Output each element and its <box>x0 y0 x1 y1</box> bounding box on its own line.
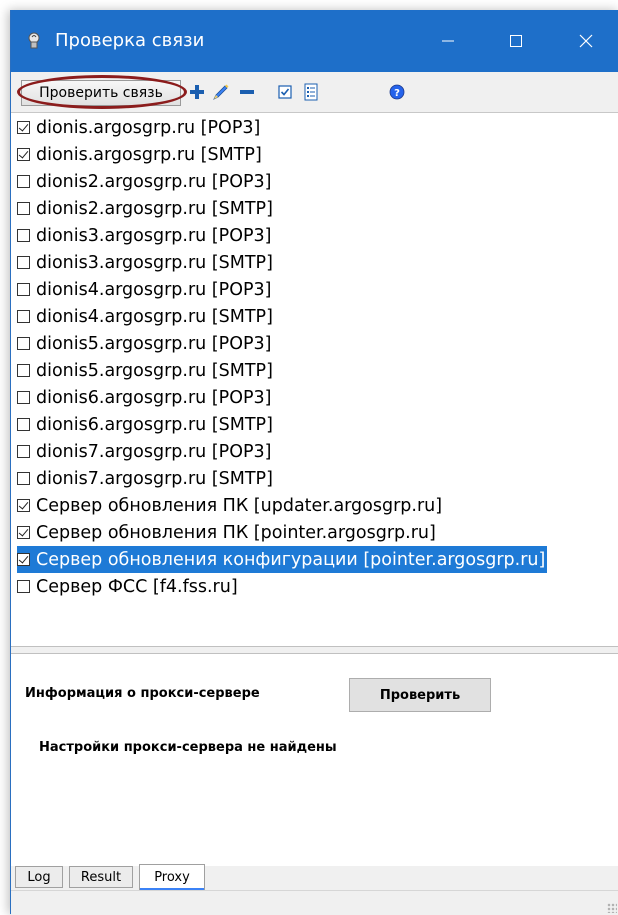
splitter[interactable] <box>11 646 618 654</box>
server-checkbox[interactable] <box>17 121 30 134</box>
tab-result[interactable]: Result <box>69 866 133 888</box>
add-icon[interactable] <box>187 82 207 102</box>
minimize-icon <box>442 40 454 42</box>
server-list-item[interactable]: dionis7.argosgrp.ru [SMTP] <box>17 465 273 492</box>
server-label: dionis3.argosgrp.ru [POP3] <box>36 225 272 246</box>
server-label: dionis5.argosgrp.ru [POP3] <box>36 333 272 354</box>
svg-text:?: ? <box>394 88 400 99</box>
server-list-item[interactable]: dionis3.argosgrp.ru [POP3] <box>17 222 271 249</box>
server-checkbox[interactable] <box>17 337 30 350</box>
toolbar: Проверить связь ? <box>11 72 618 112</box>
server-list-item[interactable]: dionis6.argosgrp.ru [SMTP] <box>17 411 273 438</box>
connection-check-window: Проверка связи Проверить связь ? dionis.… <box>10 10 618 915</box>
proxy-info-label: Информация о прокси-сервере <box>25 686 260 701</box>
server-label: dionis7.argosgrp.ru [SMTP] <box>36 468 273 489</box>
window-title: Проверка связи <box>55 30 205 51</box>
server-checkbox[interactable] <box>17 175 30 188</box>
tab-bar: Log Result Proxy <box>11 864 618 890</box>
server-list-item[interactable]: dionis.argosgrp.ru [SMTP] <box>17 141 262 168</box>
server-label: dionis4.argosgrp.ru [SMTP] <box>36 306 273 327</box>
server-label: dionis2.argosgrp.ru [POP3] <box>36 171 272 192</box>
server-checkbox[interactable] <box>17 472 30 485</box>
server-checkbox[interactable] <box>17 553 30 566</box>
server-label: dionis4.argosgrp.ru [POP3] <box>36 279 272 300</box>
server-checkbox[interactable] <box>17 256 30 269</box>
server-checkbox[interactable] <box>17 148 30 161</box>
title-bar[interactable]: Проверка связи <box>11 10 618 72</box>
server-list[interactable]: dionis.argosgrp.ru [POP3] dionis.argosgrp… <box>11 112 618 647</box>
server-list-item[interactable]: dionis4.argosgrp.ru [SMTP] <box>17 303 273 330</box>
server-list-item[interactable]: Сервер обновления ПК [pointer.argosgrp.r… <box>17 519 436 546</box>
status-bar <box>11 890 618 915</box>
server-checkbox[interactable] <box>17 310 30 323</box>
server-checkbox[interactable] <box>17 202 30 215</box>
server-checkbox[interactable] <box>17 526 30 539</box>
remove-icon[interactable] <box>237 82 257 102</box>
server-list-item[interactable]: Сервер ФСС [f4.fss.ru] <box>17 573 238 600</box>
server-list-item[interactable]: dionis6.argosgrp.ru [POP3] <box>17 384 271 411</box>
maximize-icon <box>510 35 522 47</box>
server-label: dionis.argosgrp.ru [SMTP] <box>36 144 262 165</box>
app-icon <box>28 32 40 49</box>
server-checkbox[interactable] <box>17 499 30 512</box>
server-checkbox[interactable] <box>17 580 30 593</box>
check-connection-button[interactable]: Проверить связь <box>21 80 181 106</box>
minimize-button[interactable] <box>425 10 471 72</box>
server-label: Сервер ФСС [f4.fss.ru] <box>36 576 238 597</box>
server-label: dionis2.argosgrp.ru [SMTP] <box>36 198 273 219</box>
server-list-item[interactable]: Сервер обновления ПК [updater.argosgrp.r… <box>17 492 442 519</box>
server-label: dionis6.argosgrp.ru [POP3] <box>36 387 272 408</box>
check-all-icon[interactable] <box>275 82 295 102</box>
server-label: dionis3.argosgrp.ru [SMTP] <box>36 252 273 273</box>
server-checkbox[interactable] <box>17 391 30 404</box>
server-list-item[interactable]: dionis5.argosgrp.ru [POP3] <box>17 330 271 357</box>
server-checkbox[interactable] <box>17 445 30 458</box>
server-list-item[interactable]: dionis.argosgrp.ru [POP3] <box>17 114 260 141</box>
close-button[interactable] <box>563 10 609 72</box>
server-list-item[interactable]: dionis4.argosgrp.ru [POP3] <box>17 276 271 303</box>
maximize-button[interactable] <box>493 10 539 72</box>
server-label: dionis5.argosgrp.ru [SMTP] <box>36 360 273 381</box>
proxy-panel: Информация о прокси-сервере Проверить На… <box>11 654 618 866</box>
server-list-item[interactable]: dionis5.argosgrp.ru [SMTP] <box>17 357 273 384</box>
edit-icon[interactable] <box>211 82 231 102</box>
proxy-check-button[interactable]: Проверить <box>349 678 491 712</box>
proxy-status-text: Настройки прокси-сервера не найдены <box>39 740 337 755</box>
server-label: Сервер обновления ПК [pointer.argosgrp.r… <box>36 522 436 543</box>
server-label: dionis.argosgrp.ru [POP3] <box>36 117 261 138</box>
server-checkbox[interactable] <box>17 418 30 431</box>
server-list-item[interactable]: dionis7.argosgrp.ru [POP3] <box>17 438 271 465</box>
server-checkbox[interactable] <box>17 229 30 242</box>
server-checkbox[interactable] <box>17 364 30 377</box>
tab-proxy[interactable]: Proxy <box>139 864 205 890</box>
server-list-item[interactable]: Сервер обновления конфигурации [pointer.… <box>17 546 548 573</box>
close-icon <box>579 34 593 48</box>
list-icon[interactable] <box>301 82 321 102</box>
server-label: Сервер обновления ПК [updater.argosgrp.r… <box>36 495 443 516</box>
server-list-item[interactable]: dionis2.argosgrp.ru [POP3] <box>17 168 271 195</box>
server-label: dionis7.argosgrp.ru [POP3] <box>36 441 272 462</box>
server-label: dionis6.argosgrp.ru [SMTP] <box>36 414 273 435</box>
server-list-item[interactable]: dionis3.argosgrp.ru [SMTP] <box>17 249 273 276</box>
resize-grip-icon[interactable] <box>607 903 617 913</box>
server-list-item[interactable]: dionis2.argosgrp.ru [SMTP] <box>17 195 273 222</box>
server-label: Сервер обновления конфигурации [pointer.… <box>36 549 546 570</box>
help-icon[interactable]: ? <box>387 82 407 102</box>
tab-log[interactable]: Log <box>15 866 63 888</box>
server-checkbox[interactable] <box>17 283 30 296</box>
